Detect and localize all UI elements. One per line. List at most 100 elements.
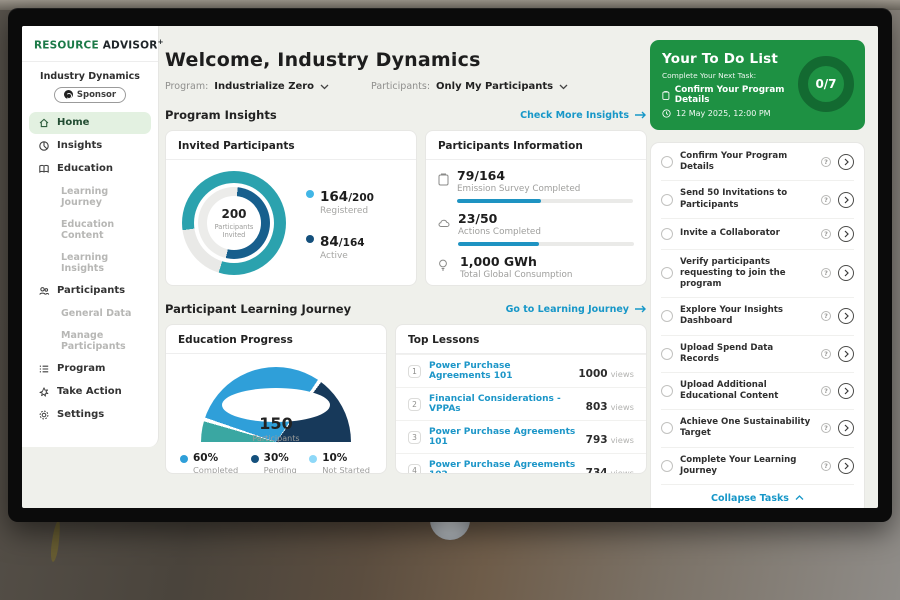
task-open-button[interactable] [838, 265, 854, 281]
task-open-button[interactable] [838, 308, 854, 324]
task-open-button[interactable] [838, 383, 854, 399]
progress-track [457, 199, 633, 203]
task-checkbox[interactable] [661, 194, 673, 206]
todo-column: Your To Do List Complete Your Next Task:… [650, 40, 865, 508]
sidebar-item-manage-participants[interactable]: Manage Participants [29, 325, 151, 357]
sidebar-item-label: General Data [61, 308, 131, 319]
participants-filter[interactable]: Participants: Only My Participants [371, 81, 568, 92]
task-checkbox[interactable] [661, 348, 673, 360]
learning-journey-section-header: Participant Learning Journey Go to Learn… [165, 302, 647, 316]
collapse-tasks-link[interactable]: Collapse Tasks [661, 485, 854, 508]
chevron-down-icon [559, 84, 568, 90]
legend-label: Registered [320, 206, 374, 216]
gauge-center-label: Participants [201, 434, 351, 443]
invited-participants-card: Invited Participants 200 Participants In… [165, 130, 417, 286]
legend-dot [251, 455, 259, 463]
sponsor-badge-label: Sponsor [77, 90, 116, 100]
task-row: Invite a Collaborator [661, 219, 854, 250]
program-filter[interactable]: Program: Industrialize Zero [165, 81, 329, 92]
task-checkbox[interactable] [661, 310, 673, 322]
lesson-link[interactable]: Power Purchase Agreements 102 [429, 460, 578, 474]
task-open-button[interactable] [838, 458, 854, 474]
check-more-insights-link[interactable]: Check More Insights [520, 110, 647, 121]
help-icon[interactable] [821, 461, 831, 471]
sidebar: RESOURCE ADVISOR+ Industry Dynamics Spon… [22, 26, 159, 447]
lesson-link[interactable]: Power Purchase Agreements 101 [429, 427, 578, 447]
task-open-button[interactable] [838, 420, 854, 436]
lesson-link[interactable]: Financial Considerations - VPPAs [429, 394, 578, 414]
sidebar-item-settings[interactable]: Settings [29, 404, 151, 426]
task-checkbox[interactable] [661, 460, 673, 472]
help-icon[interactable] [821, 311, 831, 321]
actions-icon [438, 218, 450, 229]
task-checkbox[interactable] [661, 422, 673, 434]
task-open-button[interactable] [838, 346, 854, 362]
sidebar-item-participants[interactable]: Participants [29, 280, 151, 302]
arrow-right-icon [634, 111, 647, 119]
logo-plus: + [158, 38, 164, 46]
help-icon[interactable] [821, 268, 831, 278]
lesson-views: 1000 [578, 368, 607, 380]
task-row: Upload Additional Educational Content [661, 373, 854, 410]
sidebar-item-home[interactable]: Home [29, 112, 151, 134]
legend-dot [306, 235, 314, 243]
help-icon[interactable] [821, 423, 831, 433]
legend-registered: 164/200 Registered [306, 186, 374, 216]
task-open-button[interactable] [838, 192, 854, 208]
legend-pending: 30% Pending [251, 452, 297, 474]
task-row: Verify participants requesting to join t… [661, 250, 854, 299]
section-title: Participant Learning Journey [165, 302, 351, 316]
task-label: Send 50 Invitations to Participants [680, 188, 814, 210]
lesson-row: 2 Financial Considerations - VPPAs 803vi… [396, 387, 646, 420]
sidebar-item-label: Insights [57, 140, 102, 151]
help-icon[interactable] [821, 157, 831, 167]
help-icon[interactable] [821, 195, 831, 205]
lesson-views: 793 [586, 434, 608, 446]
task-row: Achieve One Sustainability Target [661, 410, 854, 447]
task-checkbox[interactable] [661, 228, 673, 240]
sidebar-item-learning-journey[interactable]: Learning Journey [29, 181, 151, 213]
task-checkbox[interactable] [661, 267, 673, 279]
task-label: Explore Your Insights Dashboard [680, 305, 814, 327]
legend-total: /200 [348, 192, 374, 204]
task-open-button[interactable] [838, 154, 854, 170]
chevron-right-icon [844, 462, 849, 470]
sidebar-item-label: Manage Participants [61, 330, 142, 352]
sidebar-item-program[interactable]: Program [29, 358, 151, 380]
sidebar-item-education-content[interactable]: Education Content [29, 214, 151, 246]
lesson-link[interactable]: Power Purchase Agreements 101 [429, 361, 570, 381]
task-open-button[interactable] [838, 226, 854, 242]
task-label: Complete Your Learning Journey [680, 455, 814, 477]
education-progress-card: Education Progress 150 Participants 60% … [165, 324, 387, 474]
sidebar-item-label: Education [57, 163, 113, 174]
sponsor-badge: Sponsor [54, 87, 126, 103]
chevron-right-icon [844, 196, 849, 204]
stat-global-consumption: 1,000 GWh Total Global Consumption [426, 246, 646, 280]
org-name: Industry Dynamics [22, 71, 158, 82]
section-title: Program Insights [165, 108, 277, 122]
go-to-learning-journey-link[interactable]: Go to Learning Journey [506, 304, 647, 315]
sidebar-item-education[interactable]: Education [29, 158, 151, 180]
sidebar-item-insights[interactable]: Insights [29, 135, 151, 157]
task-row: Complete Your Learning Journey [661, 448, 854, 485]
task-row: Explore Your Insights Dashboard [661, 298, 854, 335]
program-insights-section-header: Program Insights Check More Insights [165, 108, 647, 122]
education-legend: 60% Completed 30% Pending 10% Not Starte… [166, 443, 386, 474]
participants-filter-label: Participants: [371, 81, 430, 92]
help-icon[interactable] [821, 229, 831, 239]
legend-label: Active [320, 251, 374, 261]
sidebar-item-learning-insights[interactable]: Learning Insights [29, 247, 151, 279]
sidebar-item-take-action[interactable]: Take Action [29, 381, 151, 403]
legend-value: 84 [320, 234, 339, 250]
task-checkbox[interactable] [661, 156, 673, 168]
chevron-right-icon [844, 424, 849, 432]
stat-label: Emission Survey Completed [457, 184, 633, 194]
task-checkbox[interactable] [661, 385, 673, 397]
sidebar-item-general-data[interactable]: General Data [29, 303, 151, 324]
help-icon[interactable] [821, 349, 831, 359]
sidebar-menu: Home Insights Education Learning Journey… [22, 112, 158, 426]
program-filter-label: Program: [165, 81, 208, 92]
help-icon[interactable] [821, 386, 831, 396]
main-content: Welcome, Industry Dynamics Program: Indu… [165, 26, 647, 474]
legend-total: /164 [339, 237, 365, 249]
